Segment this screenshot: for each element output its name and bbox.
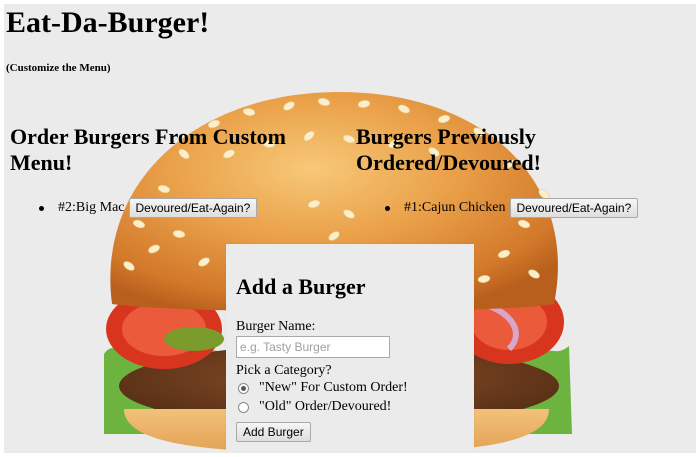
- radio-option-label: "Old" Order/Devoured!: [259, 399, 392, 414]
- custom-menu-heading: Order Burgers From Custom Menu!: [10, 124, 286, 175]
- devoured-heading: Burgers Previously Ordered/Devoured!: [356, 124, 541, 175]
- form-title: Add a Burger: [236, 274, 366, 299]
- custom-menu-list: #2:Big Mac Devoured/Eat-Again?: [39, 198, 258, 218]
- burger-name-label: Burger Name:: [236, 319, 316, 334]
- add-burger-button[interactable]: Add Burger: [236, 422, 311, 442]
- radio-button-checked[interactable]: [238, 382, 249, 394]
- add-burger-form: Add a Burger Burger Name: Pick a Categor…: [226, 244, 474, 453]
- page-title: Eat-Da-Burger!: [6, 6, 210, 39]
- radio-option-new[interactable]: "New" For Custom Order!: [238, 380, 408, 396]
- burger-name: #2:Big Mac: [58, 200, 125, 215]
- devoured-button[interactable]: Devoured/Eat-Again?: [128, 198, 258, 218]
- burger-name: #1:Cajun Chicken: [404, 200, 506, 215]
- burger-name-input[interactable]: [236, 336, 390, 358]
- category-label: Pick a Category?: [236, 363, 332, 378]
- eat-again-button[interactable]: Devoured/Eat-Again?: [509, 198, 639, 218]
- radio-button[interactable]: [238, 401, 249, 413]
- page-subtitle: (Customize the Menu): [6, 62, 111, 74]
- radio-option-old[interactable]: "Old" Order/Devoured!: [238, 399, 391, 415]
- bullet-icon: [385, 205, 390, 211]
- page: Eat-Da-Burger! (Customize the Menu) Orde…: [4, 4, 696, 453]
- radio-option-label: "New" For Custom Order!: [259, 380, 408, 395]
- bullet-icon: [39, 205, 44, 211]
- list-item: #2:Big Mac Devoured/Eat-Again?: [39, 198, 258, 218]
- devoured-list: #1:Cajun Chicken Devoured/Eat-Again?: [385, 198, 639, 218]
- list-item: #1:Cajun Chicken Devoured/Eat-Again?: [385, 198, 639, 218]
